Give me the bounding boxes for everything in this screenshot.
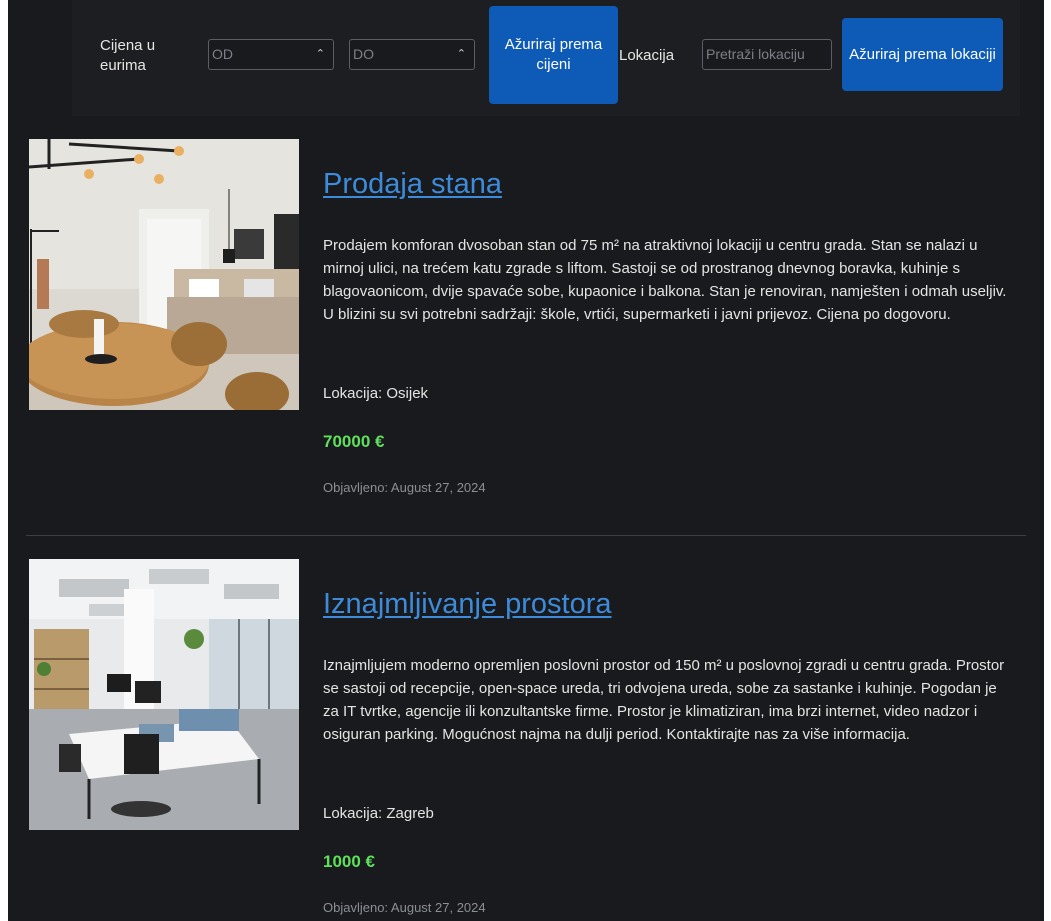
listing-published-date: Objavljeno: August 27, 2024 [323,900,486,915]
listing-price: 70000 € [323,432,385,451]
apartment-photo [29,139,299,410]
update-by-location-button[interactable]: Ažuriraj prema lokaciji [842,18,1003,91]
update-by-price-button[interactable]: Ažuriraj prema cijeni [489,6,618,104]
location-label: Lokacija [619,47,675,64]
listing-title-link[interactable]: Prodaja stana [323,164,502,204]
listing-title-link[interactable]: Iznajmljivanje prostora [323,584,612,624]
price-to-placeholder: DO [353,46,374,62]
listing-description: Prodajem komforan dvosoban stan od 75 m²… [323,237,1007,323]
filter-bar: Cijena u eurima OD ⌃ DO ⌃ Ažuriraj prema… [72,0,1020,116]
price-from-select[interactable]: OD ⌃ [208,39,334,70]
listing-location: Lokacija: Zagreb [323,805,434,822]
office-photo [29,559,299,830]
listing-price: 1000 € [323,852,375,871]
listing-description: Iznajmljujem moderno opremljen poslovni … [323,657,1005,743]
page: Cijena u eurima OD ⌃ DO ⌃ Ažuriraj prema… [8,0,1044,921]
listing-location: Lokacija: Osijek [323,385,429,402]
price-to-select[interactable]: DO ⌃ [349,39,475,70]
location-search-input[interactable]: Pretraži lokaciju [702,39,832,70]
chevron-up-down-icon: ⌃ [315,48,325,60]
listing-published-date: Objavljeno: August 27, 2024 [323,480,486,495]
price-from-placeholder: OD [212,46,233,62]
price-label: Cijena u eurima [100,37,156,74]
chevron-up-down-icon: ⌃ [456,48,466,60]
divider [26,535,1026,536]
